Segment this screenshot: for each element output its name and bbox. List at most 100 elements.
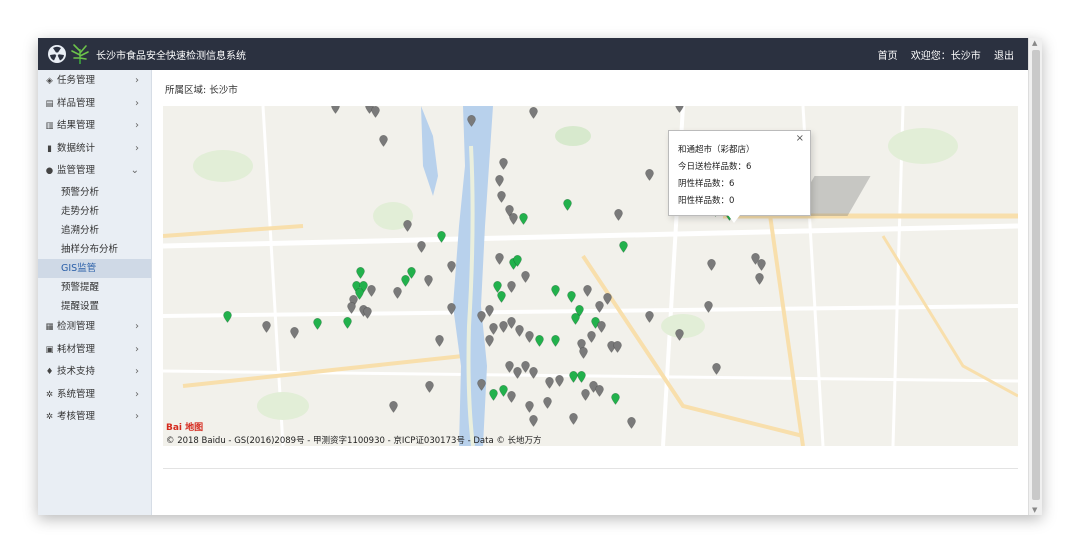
- sidebar-subitem-reminder-settings[interactable]: 提醒设置: [38, 297, 151, 316]
- map-marker-gray[interactable]: [393, 287, 402, 299]
- sidebar-subitem-sampling-distribution[interactable]: 抽样分布分析: [38, 240, 151, 259]
- close-icon[interactable]: ×: [796, 133, 804, 144]
- map-marker-gray[interactable]: [545, 377, 554, 389]
- map-marker-gray[interactable]: [485, 335, 494, 347]
- sidebar-item-task[interactable]: ◈ 任务管理 ›: [38, 70, 151, 93]
- map-marker-gray[interactable]: [435, 335, 444, 347]
- map-marker-green[interactable]: [551, 335, 560, 347]
- map-marker-gray[interactable]: [389, 401, 398, 413]
- map-marker-gray[interactable]: [581, 389, 590, 401]
- map-marker-gray[interactable]: [485, 305, 494, 317]
- map-marker-gray[interactable]: [371, 106, 380, 118]
- map-marker-gray[interactable]: [525, 401, 534, 413]
- map-marker-green[interactable]: [356, 267, 365, 279]
- map-marker-gray[interactable]: [507, 391, 516, 403]
- map-marker-gray[interactable]: [755, 273, 764, 285]
- map-marker-gray[interactable]: [477, 379, 486, 391]
- sidebar-item-tech-support[interactable]: ♦ 技术支持 ›: [38, 361, 151, 384]
- map-marker-gray[interactable]: [347, 302, 356, 314]
- map-marker-gray[interactable]: [290, 327, 299, 339]
- map-marker-gray[interactable]: [363, 307, 372, 319]
- map-marker-gray[interactable]: [467, 115, 476, 127]
- logout-link[interactable]: 退出: [994, 51, 1014, 62]
- map-marker-green[interactable]: [223, 311, 232, 323]
- map-marker-gray[interactable]: [525, 331, 534, 343]
- map-marker-gray[interactable]: [529, 107, 538, 119]
- map-marker-gray[interactable]: [583, 285, 592, 297]
- sidebar-item-result[interactable]: ▥ 结果管理 ›: [38, 115, 151, 138]
- sidebar-item-assessment[interactable]: ✲ 考核管理 ›: [38, 406, 151, 429]
- map-marker-green[interactable]: [437, 231, 446, 243]
- sidebar-item-supervise[interactable]: ● 监管管理 ⌄: [38, 160, 151, 183]
- map-marker-gray[interactable]: [417, 241, 426, 253]
- map-marker-gray[interactable]: [569, 413, 578, 425]
- map-marker-green[interactable]: [313, 318, 322, 330]
- map-marker-gray[interactable]: [645, 169, 654, 181]
- map-marker-gray[interactable]: [447, 261, 456, 273]
- scroll-down-icon[interactable]: ▼: [1032, 506, 1037, 514]
- map-marker-green[interactable]: [571, 313, 580, 325]
- map-marker-gray[interactable]: [515, 325, 524, 337]
- map-marker-gray[interactable]: [579, 347, 588, 359]
- map-marker-gray[interactable]: [529, 367, 538, 379]
- sidebar-subitem-trend-analysis[interactable]: 走势分析: [38, 202, 151, 221]
- map-marker-gray[interactable]: [627, 417, 636, 429]
- home-link[interactable]: 首页: [878, 51, 898, 62]
- map-marker-gray[interactable]: [707, 259, 716, 271]
- map-marker-green[interactable]: [577, 371, 586, 383]
- map-marker-green[interactable]: [513, 255, 522, 267]
- map-marker-gray[interactable]: [704, 301, 713, 313]
- map-marker-gray[interactable]: [712, 363, 721, 375]
- map-marker-gray[interactable]: [645, 311, 654, 323]
- map-marker-green[interactable]: [497, 291, 506, 303]
- sidebar-item-stats[interactable]: ▮ 数据统计 ›: [38, 138, 151, 161]
- map-marker-gray[interactable]: [675, 106, 684, 113]
- map-marker-green[interactable]: [611, 393, 620, 405]
- scrollbar-thumb[interactable]: [1032, 50, 1040, 500]
- sidebar-subitem-warning-analysis[interactable]: 预警分析: [38, 183, 151, 202]
- map-marker-gray[interactable]: [379, 135, 388, 147]
- gis-map[interactable]: × 和通超市（彩都店） 今日送检样品数：6 阴性样品数：6 阳性样品数：0 Ba…: [163, 106, 1018, 446]
- map-marker-gray[interactable]: [597, 321, 606, 333]
- map-marker-green[interactable]: [343, 317, 352, 329]
- sidebar-subitem-warning-reminder[interactable]: 预警提醒: [38, 278, 151, 297]
- map-marker-green[interactable]: [535, 335, 544, 347]
- sidebar-subitem-trace-analysis[interactable]: 追溯分析: [38, 221, 151, 240]
- map-marker-gray[interactable]: [425, 381, 434, 393]
- map-marker-green[interactable]: [551, 285, 560, 297]
- map-marker-green[interactable]: [563, 199, 572, 211]
- map-marker-gray[interactable]: [529, 415, 538, 427]
- map-marker-green[interactable]: [519, 213, 528, 225]
- map-marker-gray[interactable]: [447, 303, 456, 315]
- map-marker-gray[interactable]: [499, 158, 508, 170]
- map-marker-gray[interactable]: [521, 271, 530, 283]
- map-marker-gray[interactable]: [262, 321, 271, 333]
- map-marker-gray[interactable]: [331, 106, 340, 114]
- sidebar-item-detection[interactable]: ▦ 检测管理 ›: [38, 316, 151, 339]
- map-marker-gray[interactable]: [543, 397, 552, 409]
- sidebar-item-system[interactable]: ✲ 系统管理 ›: [38, 384, 151, 407]
- map-marker-gray[interactable]: [613, 341, 622, 353]
- sidebar-item-sample[interactable]: ▤ 样品管理 ›: [38, 93, 151, 116]
- map-marker-green[interactable]: [619, 241, 628, 253]
- map-marker-gray[interactable]: [509, 213, 518, 225]
- map-marker-gray[interactable]: [555, 375, 564, 387]
- sidebar-subitem-gis[interactable]: GIS监管: [38, 258, 151, 278]
- map-marker-gray[interactable]: [675, 329, 684, 341]
- map-marker-gray[interactable]: [367, 285, 376, 297]
- map-marker-gray[interactable]: [424, 275, 433, 287]
- map-marker-gray[interactable]: [603, 293, 612, 305]
- map-marker-gray[interactable]: [497, 191, 506, 203]
- sidebar-item-consumables[interactable]: ▣ 耗材管理 ›: [38, 339, 151, 362]
- map-marker-gray[interactable]: [507, 281, 516, 293]
- map-marker-gray[interactable]: [489, 323, 498, 335]
- map-marker-green[interactable]: [567, 291, 576, 303]
- scroll-up-icon[interactable]: ▲: [1032, 39, 1037, 47]
- vertical-scrollbar[interactable]: ▲ ▼: [1028, 38, 1042, 515]
- map-marker-green[interactable]: [401, 275, 410, 287]
- map-marker-gray[interactable]: [403, 220, 412, 232]
- map-marker-gray[interactable]: [495, 253, 504, 265]
- map-marker-gray[interactable]: [757, 259, 766, 271]
- map-marker-gray[interactable]: [614, 209, 623, 221]
- map-marker-gray[interactable]: [595, 385, 604, 397]
